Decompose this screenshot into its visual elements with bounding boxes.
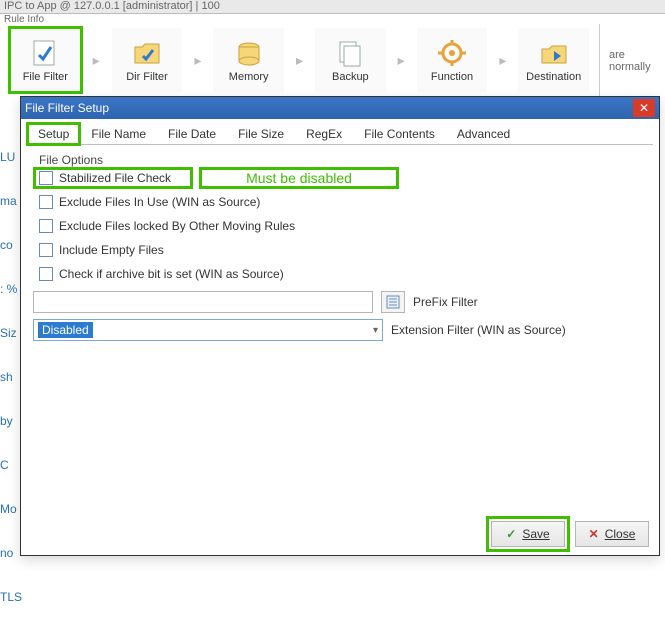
titlebar[interactable]: File Filter Setup ✕ — [21, 97, 659, 119]
function-icon — [434, 37, 470, 69]
ribbon-memory[interactable]: Memory — [213, 28, 284, 92]
dialog-button-bar: ✓ Save ✕ Close — [491, 521, 649, 547]
ribbon-dir-filter[interactable]: Dir Filter — [112, 28, 183, 92]
archive-bit-checkbox[interactable] — [39, 267, 53, 281]
tab-setup[interactable]: Setup — [27, 123, 80, 145]
file-filter-dialog: File Filter Setup ✕ Setup File Name File… — [20, 96, 660, 556]
rule-info-label: Rule Info — [0, 14, 665, 24]
ribbon-label: File Filter — [23, 71, 68, 83]
bg-text-right: are normally — [605, 45, 665, 85]
list-icon — [386, 295, 400, 309]
ribbon-function[interactable]: Function — [417, 28, 488, 92]
tab-strip: Setup File Name File Date File Size RegE… — [27, 123, 653, 145]
chk-row-exclude-locked: Exclude Files locked By Other Moving Rul… — [39, 219, 647, 233]
chk-row-archive-bit: Check if archive bit is set (WIN as Sour… — [39, 267, 647, 281]
destination-icon — [536, 37, 572, 69]
extension-filter-combo[interactable]: Disabled ▾ — [33, 319, 383, 341]
ribbon-label: Backup — [332, 71, 369, 83]
save-button[interactable]: ✓ Save — [491, 521, 565, 547]
arrow-icon: ▸ — [296, 52, 303, 69]
memory-icon — [231, 37, 267, 69]
tab-file-contents[interactable]: File Contents — [353, 123, 446, 144]
ribbon-label: Function — [431, 71, 473, 83]
chk-row-exclude-in-use: Exclude Files In Use (WIN as Source) — [39, 195, 647, 209]
arrow-icon: ▸ — [499, 52, 506, 69]
archive-bit-label: Check if archive bit is set (WIN as Sour… — [59, 267, 284, 281]
ribbon-file-filter[interactable]: File Filter — [10, 28, 81, 92]
tab-file-date[interactable]: File Date — [157, 123, 227, 144]
exclude-locked-checkbox[interactable] — [39, 219, 53, 233]
close-x-icon: ✕ — [589, 527, 599, 541]
arrow-icon: ▸ — [93, 52, 100, 69]
close-button[interactable]: ✕ Close — [575, 521, 649, 547]
exclude-in-use-checkbox[interactable] — [39, 195, 53, 209]
breadcrumb: IPC to App @ 127.0.0.1 [administrator] |… — [0, 0, 665, 14]
tab-file-name[interactable]: File Name — [80, 123, 157, 144]
prefix-filter-input[interactable] — [33, 291, 373, 313]
chk-row-include-empty: Include Empty Files — [39, 243, 647, 257]
dialog-title: File Filter Setup — [25, 101, 633, 115]
dir-filter-icon — [129, 37, 165, 69]
file-filter-icon — [27, 37, 63, 69]
arrow-icon: ▸ — [194, 52, 201, 69]
extension-filter-value: Disabled — [38, 322, 93, 338]
backup-icon — [332, 37, 368, 69]
arrow-icon: ▸ — [398, 52, 405, 69]
ribbon-backup[interactable]: Backup — [315, 28, 386, 92]
exclude-in-use-label: Exclude Files In Use (WIN as Source) — [59, 195, 260, 209]
include-empty-checkbox[interactable] — [39, 243, 53, 257]
prefix-filter-picker-button[interactable] — [381, 291, 405, 313]
ribbon-label: Memory — [229, 71, 269, 83]
bg-text-left: LU ma co : % Siz sh by C Mo no TLS — [0, 150, 20, 634]
exclude-locked-label: Exclude Files locked By Other Moving Rul… — [59, 219, 295, 233]
ribbon-destination[interactable]: Destination — [518, 28, 589, 92]
ribbon-label: Dir Filter — [126, 71, 168, 83]
extension-filter-label: Extension Filter (WIN as Source) — [391, 323, 566, 337]
tab-file-size[interactable]: File Size — [227, 123, 295, 144]
tab-advanced[interactable]: Advanced — [446, 123, 521, 144]
check-icon: ✓ — [506, 527, 516, 541]
annotation-box-target — [33, 167, 193, 189]
annotation-text: Must be disabled — [199, 167, 399, 189]
close-button-label: Close — [605, 527, 636, 541]
tab-regex[interactable]: RegEx — [295, 123, 353, 144]
include-empty-label: Include Empty Files — [59, 243, 164, 257]
ribbon-label: Destination — [526, 71, 581, 83]
setup-panel: File Options Stabilized File Check Exclu… — [21, 145, 659, 515]
save-button-label: Save — [522, 527, 549, 541]
file-options-label: File Options — [39, 153, 647, 167]
chevron-down-icon: ▾ — [373, 325, 378, 336]
ribbon-bar: File Filter ▸ Dir Filter ▸ Memory ▸ Back… — [0, 24, 600, 100]
prefix-filter-label: PreFix Filter — [413, 295, 478, 309]
close-icon[interactable]: ✕ — [633, 99, 655, 117]
